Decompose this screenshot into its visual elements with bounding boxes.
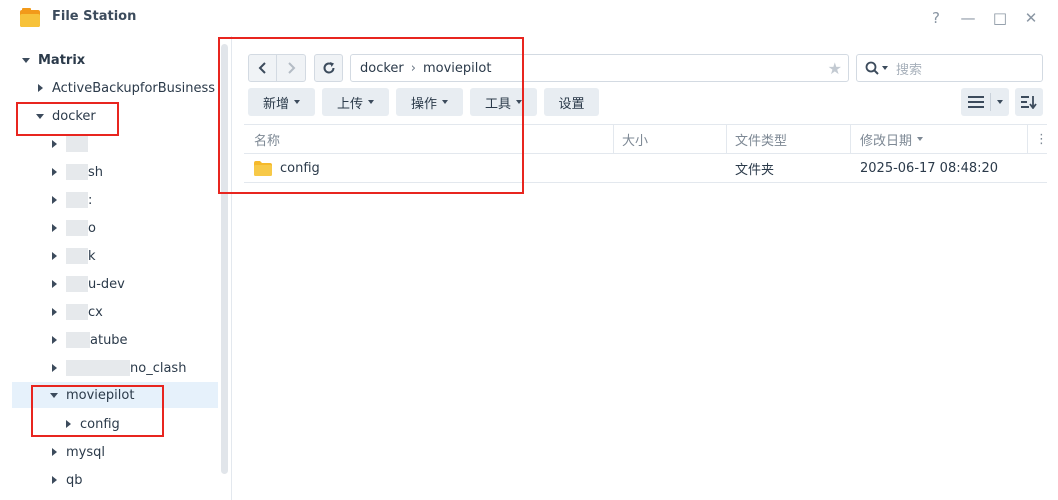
tree-item-qb[interactable]: qb — [50, 467, 83, 493]
settings-button[interactable]: 设置 — [544, 88, 599, 116]
redacted-text — [66, 248, 88, 264]
annotation-box-docker — [16, 102, 119, 136]
column-separator[interactable] — [1027, 124, 1028, 154]
file-station-icon — [20, 8, 40, 27]
tree-item-redacted-9[interactable]: no_clash — [50, 355, 186, 381]
list-view-icon — [967, 96, 984, 108]
search-placeholder: 搜索 — [896, 62, 923, 78]
tree-item-label: qb — [66, 472, 83, 488]
tree-item-redacted-2[interactable]: sh — [50, 159, 103, 185]
column-header-label: 修改日期 — [860, 133, 913, 149]
caret-right-icon — [52, 280, 57, 288]
caret-right-icon — [38, 84, 43, 92]
column-menu-icon[interactable]: ⋮ — [1035, 124, 1048, 154]
help-button[interactable]: ? — [926, 8, 946, 28]
caret-right-icon — [52, 308, 57, 316]
caret-right-icon — [52, 252, 57, 260]
caret-right-icon — [52, 140, 57, 148]
tree-item-label: : — [88, 192, 93, 208]
star-icon[interactable]: ★ — [828, 59, 842, 78]
annotation-box-moviepilot — [31, 385, 164, 437]
tree-item-label: cx — [88, 304, 103, 320]
tree-item-label: mysql — [66, 444, 105, 460]
tree-item-label: ActiveBackupforBusiness — [52, 80, 216, 96]
caret-right-icon — [52, 336, 57, 344]
tree-item-label: no_clash — [130, 360, 187, 376]
annotation-box-path — [218, 37, 524, 194]
tree-item-redacted-6[interactable]: u-dev — [50, 271, 125, 297]
tree-item-redacted-4[interactable]: o — [50, 215, 96, 241]
window-title: File Station — [52, 9, 137, 24]
caret-right-icon — [52, 224, 57, 232]
title-bar: File Station ? — □ ✕ — [0, 0, 1058, 36]
sort-caret-icon — [917, 137, 924, 141]
divider — [989, 93, 991, 111]
search-input[interactable]: 搜索 — [856, 54, 1043, 82]
tree-item-redacted-7[interactable]: cx — [50, 299, 103, 325]
sort-icon — [1021, 96, 1037, 109]
column-header-modified[interactable]: 修改日期 — [860, 124, 924, 154]
redacted-text — [66, 360, 130, 376]
column-separator[interactable] — [850, 124, 851, 154]
redacted-text — [66, 220, 88, 236]
column-separator[interactable] — [726, 124, 727, 154]
tree-item-label: atube — [90, 332, 128, 348]
column-header-type[interactable]: 文件类型 — [735, 124, 787, 154]
caret-right-icon — [52, 196, 57, 204]
tree-item-label: u-dev — [88, 276, 125, 292]
redacted-text — [66, 304, 88, 320]
caret-right-icon — [52, 364, 57, 372]
caret-down-icon — [22, 57, 30, 63]
tree-item-activebackup[interactable]: ActiveBackupforBusiness — [36, 75, 215, 101]
column-header-size[interactable]: 大小 — [622, 124, 648, 154]
sort-button[interactable] — [1015, 88, 1043, 116]
caret-down-icon — [996, 100, 1003, 104]
redacted-text — [66, 332, 90, 348]
caret-right-icon — [52, 168, 57, 176]
tree-root[interactable]: Matrix — [22, 47, 85, 73]
column-separator[interactable] — [613, 124, 614, 154]
column-header-label: 大小 — [622, 133, 649, 149]
file-modified-cell: 2025-06-17 08:48:20 — [860, 160, 999, 176]
tree-root-label: Matrix — [38, 52, 86, 68]
minimize-button[interactable]: — — [958, 8, 978, 28]
close-button[interactable]: ✕ — [1021, 8, 1041, 28]
column-header-label: 文件类型 — [735, 133, 788, 149]
tree-item-mysql[interactable]: mysql — [50, 439, 105, 465]
caret-right-icon — [52, 476, 57, 484]
settings-button-label: 设置 — [558, 96, 585, 112]
caret-right-icon — [52, 448, 57, 456]
redacted-text — [66, 276, 88, 292]
tree-item-redacted-8[interactable]: atube — [50, 327, 128, 353]
file-type-cell: 文件夹 — [735, 162, 775, 178]
redacted-text — [66, 136, 88, 152]
search-dropdown-icon[interactable] — [882, 66, 888, 70]
search-icon — [865, 61, 879, 75]
redacted-text — [66, 192, 88, 208]
view-mode-button[interactable] — [961, 88, 1009, 116]
tree-item-label: k — [88, 248, 96, 264]
tree-item-redacted-3[interactable]: : — [50, 187, 92, 213]
tree-item-label: o — [88, 220, 96, 236]
redacted-text — [66, 164, 88, 180]
maximize-button[interactable]: □ — [990, 8, 1010, 28]
tree-item-label: sh — [88, 164, 104, 180]
tree-item-redacted-5[interactable]: k — [50, 243, 96, 269]
